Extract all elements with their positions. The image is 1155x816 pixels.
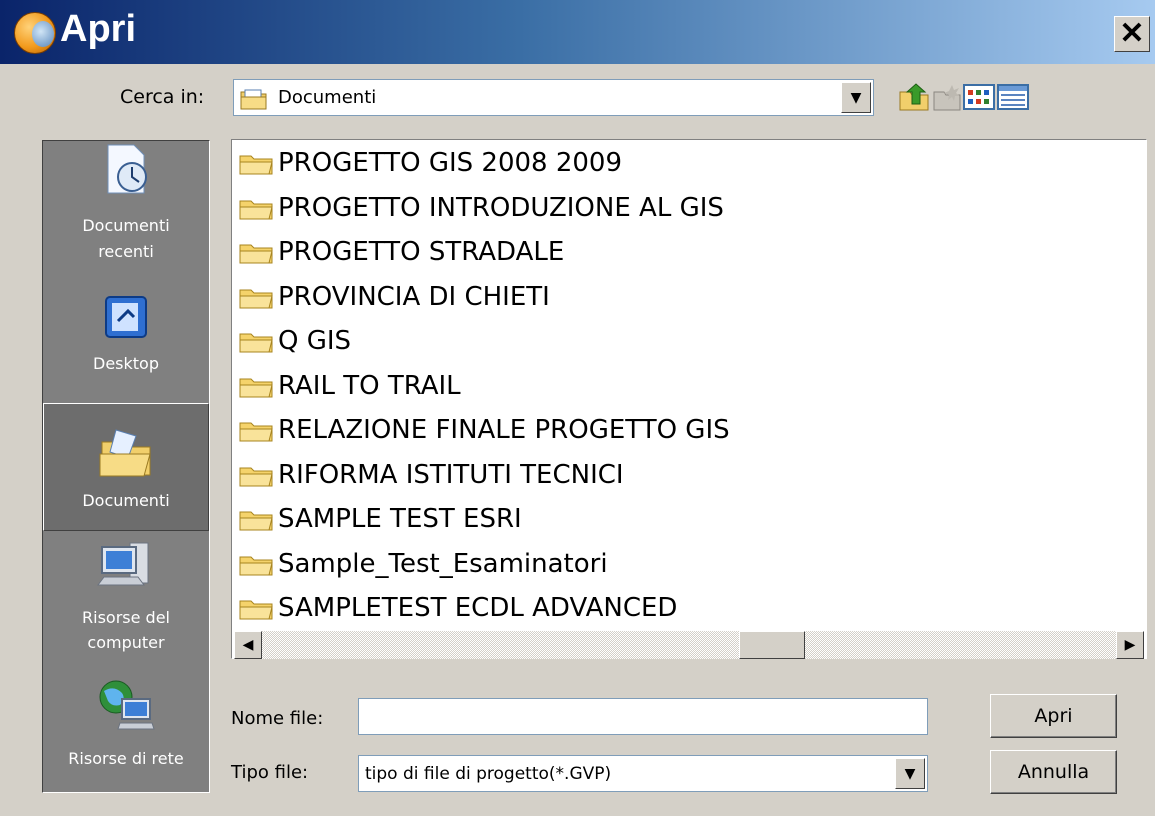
file-type-select[interactable]: tipo di file di progetto(*.GVP) ▼ — [358, 755, 928, 792]
place-label-line1: Risorse del — [82, 608, 170, 627]
file-type-label: Tipo file: — [231, 762, 309, 783]
folder-icon — [239, 467, 273, 486]
file-name: SAMPLETEST ECDL ADVANCED — [278, 593, 678, 623]
list-item[interactable]: PROGETTO INTRODUZIONE AL GIS — [238, 188, 724, 228]
list-item[interactable]: PROVINCIA DI CHIETI — [238, 277, 550, 317]
cancel-button[interactable]: Annulla — [990, 750, 1117, 794]
file-name-input[interactable] — [358, 698, 928, 735]
places-bar: Documenti recenti Desktop Documenti Riso… — [42, 140, 210, 793]
place-recent-documents[interactable]: Documenti recenti — [43, 141, 209, 271]
recent-documents-icon — [107, 144, 147, 194]
place-label-line1: Desktop — [93, 354, 159, 373]
open-button[interactable]: Apri — [990, 694, 1117, 738]
look-in-value: Documenti — [278, 87, 377, 108]
list-item[interactable]: PROGETTO STRADALE — [238, 232, 564, 272]
place-label-line2: computer — [87, 633, 165, 652]
folder-icon — [239, 155, 273, 175]
network-places-icon — [99, 680, 155, 730]
file-name-label: Nome file: — [231, 708, 324, 729]
file-name: RELAZIONE FINALE PROGETTO GIS — [278, 415, 730, 445]
look-in-label: Cerca in: — [120, 86, 205, 108]
list-view-icon[interactable] — [963, 82, 995, 112]
place-label-line1: Documenti — [82, 216, 170, 235]
chevron-down-icon[interactable]: ▼ — [841, 82, 871, 113]
place-my-computer[interactable]: Risorse del computer — [43, 533, 209, 663]
file-name: SAMPLE TEST ESRI — [278, 504, 522, 534]
details-view-icon[interactable] — [997, 82, 1029, 112]
file-list[interactable]: PROGETTO GIS 2008 2009 PROGETTO INTRODUZI… — [231, 139, 1147, 659]
list-item[interactable]: Q GIS — [238, 321, 351, 361]
desktop-icon — [105, 296, 147, 338]
list-item[interactable]: RAIL TO TRAIL — [238, 366, 461, 406]
folder-icon — [239, 556, 273, 575]
list-item[interactable]: RELAZIONE FINALE PROGETTO GIS — [238, 410, 730, 450]
file-name: PROGETTO INTRODUZIONE AL GIS — [278, 192, 724, 223]
folder-icon — [239, 333, 273, 353]
file-name: RIFORMA ISTITUTI TECNICI — [278, 459, 624, 490]
list-item[interactable]: Sample_Test_Esaminatori — [238, 544, 608, 584]
folder-icon — [239, 200, 273, 219]
list-item[interactable]: SAMPLETEST ECDL ADVANCED — [238, 588, 677, 628]
scroll-left-icon[interactable]: ◀ — [234, 631, 262, 659]
title-bar[interactable]: Apri ✕ — [0, 0, 1155, 64]
documents-folder-icon — [240, 89, 267, 110]
list-item[interactable]: SAMPLE TEST ESRI — [238, 499, 522, 539]
list-item[interactable]: RIFORMA ISTITUTI TECNICI — [238, 455, 624, 495]
scroll-right-icon[interactable]: ▶ — [1116, 631, 1144, 659]
list-item[interactable]: PROGETTO GIS 2008 2009 — [238, 143, 622, 183]
close-button[interactable]: ✕ — [1114, 16, 1150, 52]
my-computer-icon — [97, 542, 149, 586]
folder-icon — [239, 511, 273, 531]
chevron-down-icon[interactable]: ▼ — [895, 758, 925, 789]
app-globe-icon — [14, 12, 56, 54]
folder-icon — [239, 378, 273, 397]
place-network[interactable]: Risorse di rete — [43, 671, 209, 791]
file-type-value: tipo di file di progetto(*.GVP) — [365, 763, 612, 784]
new-folder-icon — [933, 85, 961, 111]
file-name: Q GIS — [278, 326, 352, 356]
place-label-line2: recenti — [98, 242, 154, 261]
look-in-combo[interactable]: Documenti ▼ — [233, 79, 874, 116]
place-label-line1: Documenti — [82, 491, 170, 510]
folder-icon — [239, 289, 273, 308]
documents-folder-icon — [99, 429, 151, 477]
place-documents[interactable]: Documenti — [43, 403, 209, 531]
place-label-line1: Risorse di rete — [68, 749, 184, 768]
window-title: Apri — [60, 8, 136, 50]
folder-icon — [239, 244, 273, 264]
file-name: PROVINCIA DI CHIETI — [278, 281, 550, 312]
horizontal-scrollbar[interactable]: ◀ ▶ — [234, 631, 1144, 659]
up-folder-icon[interactable] — [898, 82, 932, 112]
file-name: PROGETTO STRADALE — [278, 237, 565, 267]
scroll-thumb[interactable] — [739, 631, 805, 659]
folder-icon — [239, 422, 273, 442]
file-name: RAIL TO TRAIL — [278, 370, 461, 401]
file-name: Sample_Test_Esaminatori — [278, 548, 608, 579]
place-desktop[interactable]: Desktop — [43, 281, 209, 396]
file-name: PROGETTO GIS 2008 2009 — [278, 148, 623, 178]
folder-icon — [239, 600, 273, 620]
